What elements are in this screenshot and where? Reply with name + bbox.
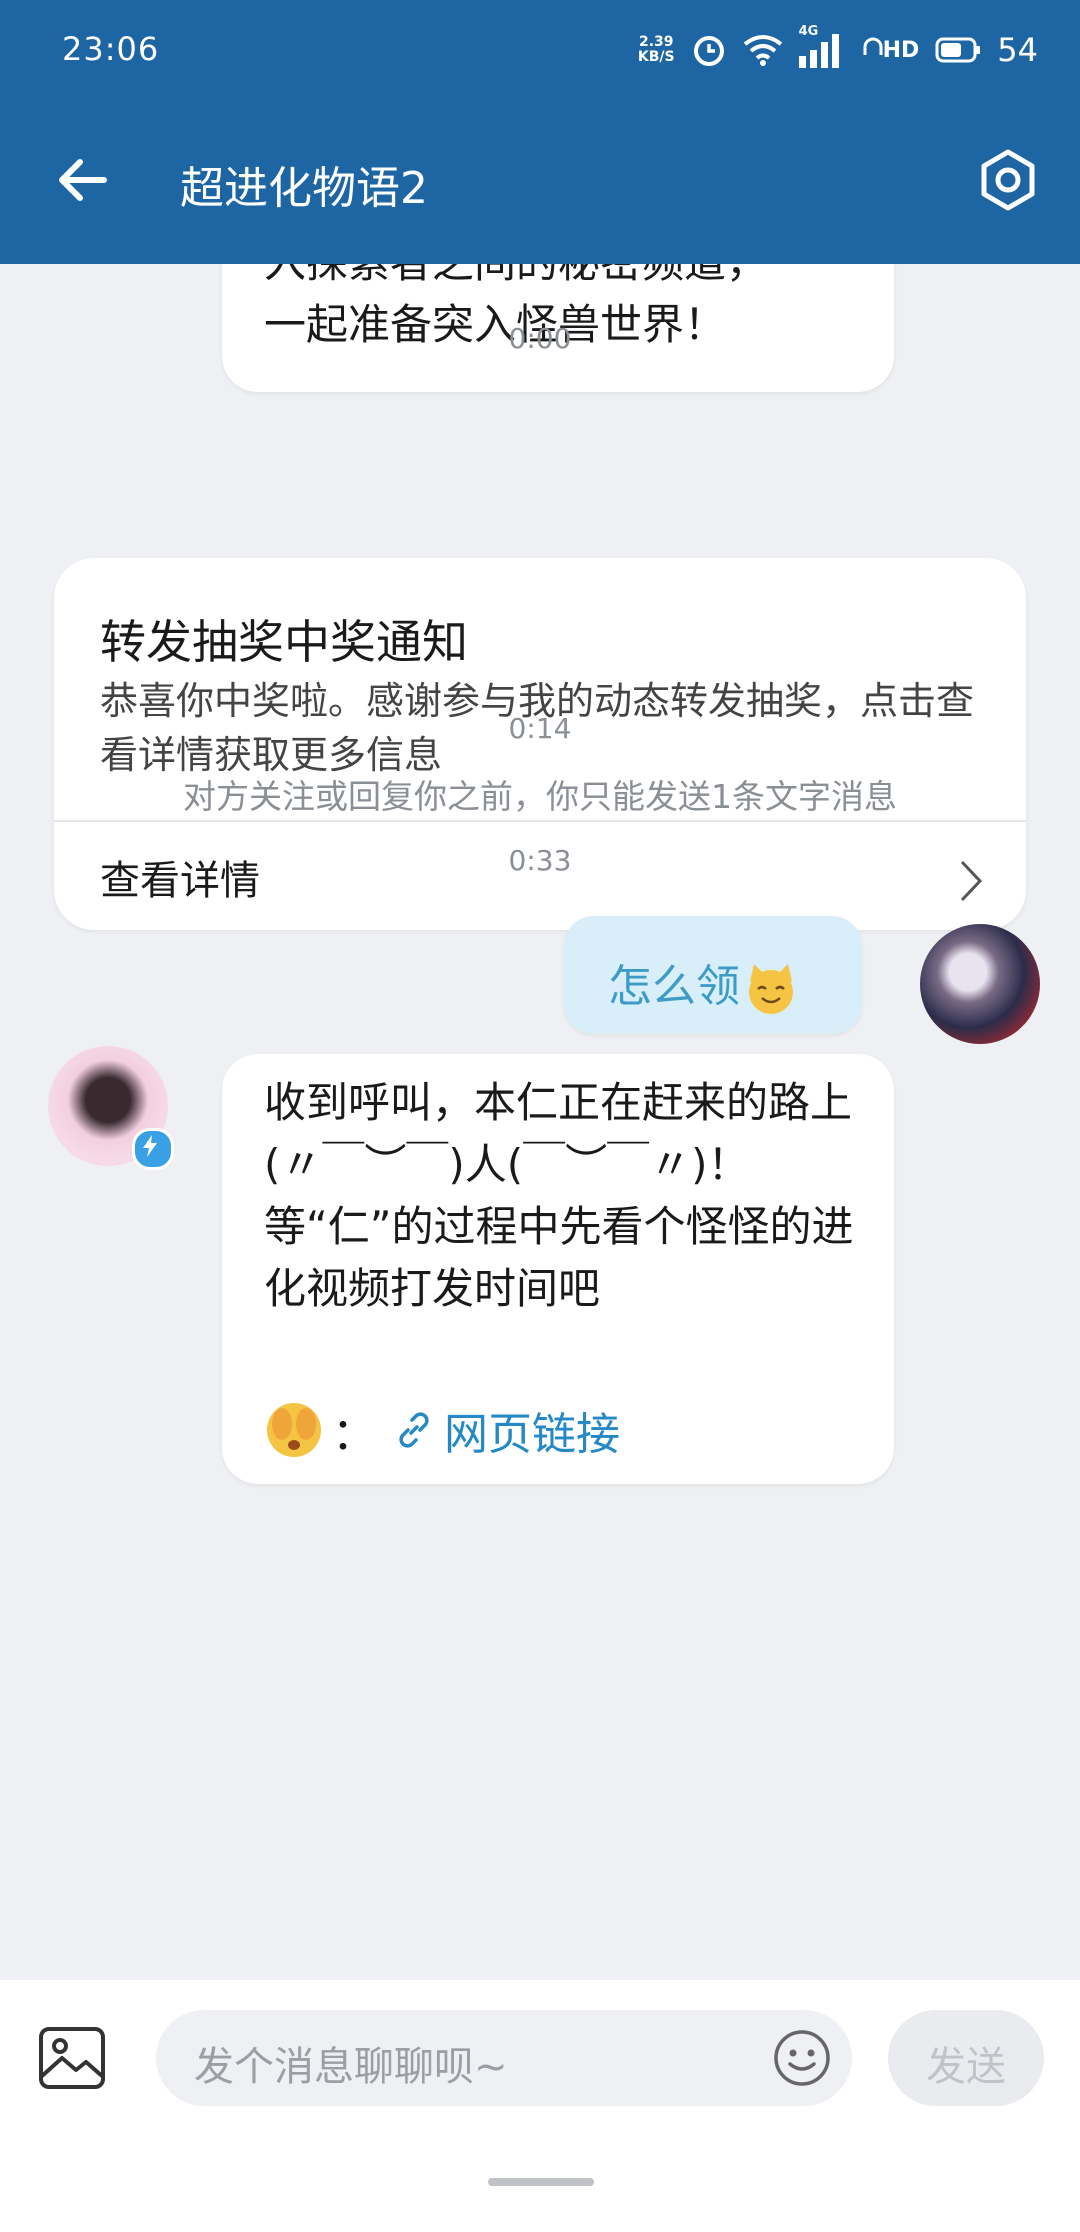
link-icon: [399, 1412, 429, 1448]
hd-voice: HD: [863, 35, 920, 65]
message-timestamp: 0:00: [508, 322, 572, 355]
my-avatar[interactable]: [920, 924, 1040, 1044]
cat-emoji-icon: [749, 964, 793, 1014]
message-link-row: ： 网页链接: [264, 1398, 620, 1462]
web-page-link[interactable]: 网页链接: [444, 1398, 620, 1462]
status-bar: 23:06 2.39 KB/S 4G HD 54: [0, 0, 1080, 100]
chat-header: 超进化物语2: [0, 100, 1080, 264]
incoming-message-text: 收到呼叫，本仁正在赶来的路上(〃￣︶￣)人(￣︶￣〃)！ 等“仁”的过程中先看个…: [264, 1078, 854, 1313]
signal-icon: [798, 34, 839, 68]
link-colon: ：: [332, 1409, 376, 1460]
network-speed-value: 2.39: [638, 34, 674, 50]
lightning-icon: [143, 1135, 157, 1157]
message-input[interactable]: 发个消息聊聊呗~: [156, 2010, 852, 2106]
chat-message-list[interactable]: 入探索者之间的秘密频道， 一起准备突入怪兽世界！ 0:00 转发抽奖中奖通知 恭…: [0, 264, 1080, 1980]
network-speed: 2.39 KB/S: [638, 35, 675, 65]
settings-hexagon-icon[interactable]: [976, 148, 1040, 212]
home-indicator[interactable]: [488, 2178, 594, 2186]
message-timestamp: 0:14: [508, 712, 572, 745]
headset-icon: [863, 37, 883, 55]
top-app-bar: 23:06 2.39 KB/S 4G HD 54 超进化物语2: [0, 0, 1080, 264]
outgoing-message-bubble: 怎么领: [564, 916, 862, 1034]
send-button-label: 发送: [926, 2044, 1006, 2090]
message-input-placeholder: 发个消息聊聊呗~: [194, 2044, 508, 2090]
send-button[interactable]: 发送: [888, 2010, 1044, 2106]
hd-label: HD: [882, 37, 920, 63]
message-text: 怎么领: [608, 950, 798, 1016]
page-title: 超进化物语2: [180, 163, 428, 214]
sender-avatar[interactable]: [48, 1046, 174, 1170]
alarm-icon: [693, 36, 724, 66]
card-divider: [54, 820, 1026, 822]
emoji-picker-icon[interactable]: [772, 2028, 832, 2088]
cellular-signal: 4G: [798, 24, 847, 68]
status-time: 23:06: [62, 30, 160, 68]
verified-lightning-badge: [132, 1128, 174, 1170]
message-line: 入探索者之间的秘密频道，: [264, 264, 768, 294]
battery-level: 54: [997, 31, 1038, 69]
message-timestamp: 0:33: [508, 844, 572, 877]
battery-icon: [935, 37, 981, 63]
back-arrow-icon[interactable]: [52, 150, 112, 210]
status-icons: 2.39 KB/S 4G HD 54: [638, 24, 1038, 72]
wifi-icon: [743, 35, 782, 66]
card-title: 转发抽奖中奖通知: [100, 615, 468, 669]
messaging-limit-notice: 对方关注或回复你之前，你只能发送1条文字消息: [183, 777, 897, 816]
network-speed-unit: KB/S: [637, 49, 675, 65]
face-covering-eyes-emoji-icon: [267, 1403, 321, 1457]
incoming-message-bubble: 收到呼叫，本仁正在赶来的路上(〃￣︶￣)人(￣︶￣〃)！ 等“仁”的过程中先看个…: [222, 1054, 894, 1484]
image-picker-icon[interactable]: [38, 2026, 106, 2090]
message-input-bar: 发个消息聊聊呗~ 发送: [0, 1980, 1080, 2232]
outgoing-message-text: 怎么领: [608, 961, 740, 1012]
